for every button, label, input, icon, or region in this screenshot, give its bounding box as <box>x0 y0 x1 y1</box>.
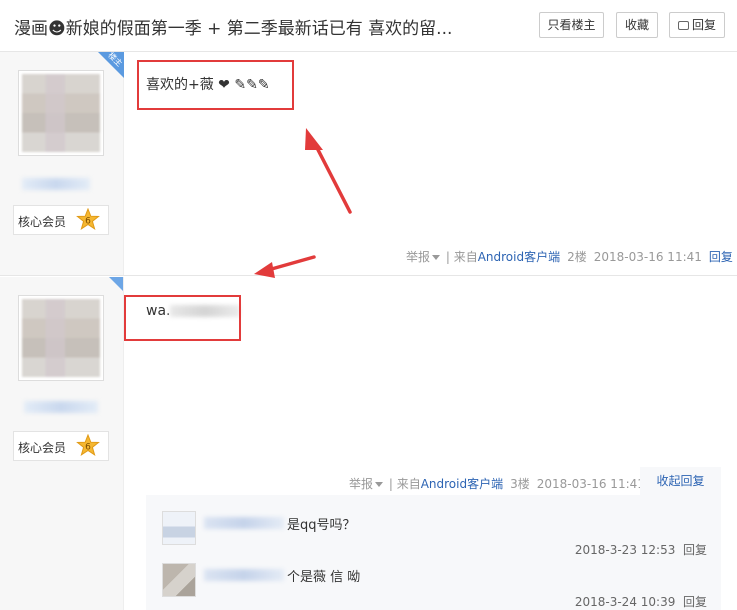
avatar[interactable] <box>18 70 104 156</box>
post-reply-link[interactable]: 回复 <box>709 250 733 264</box>
default-avatar[interactable] <box>162 511 196 545</box>
report-link[interactable]: 举报 <box>406 250 430 264</box>
collapse-replies-button[interactable]: 收起回复 <box>640 467 721 495</box>
comment-reply-link[interactable]: 回复 <box>683 543 707 557</box>
post-meta: 举报 | 来自Android客户端 3楼 2018-03-16 11:41 <box>349 477 645 491</box>
floor-number: 3楼 <box>510 477 530 491</box>
svg-text:6: 6 <box>85 217 91 227</box>
floor-number: 2楼 <box>567 250 587 264</box>
caret-down-icon <box>432 255 441 260</box>
member-rank-badge[interactable]: 核心会员 6 <box>13 205 109 235</box>
thread-title: 漫画☻新娘的假面第一季 + 第二季最新话已有 喜欢的留... <box>14 19 453 39</box>
post-time: 2018-03-16 11:41 <box>593 250 702 264</box>
sub-replies: 是qq号吗？ 2018-3-23 12:53 回复 个是薇 信 呦 2018-3… <box>146 495 721 610</box>
avatar[interactable] <box>18 295 104 381</box>
rank-label: 核心会员 <box>18 215 67 229</box>
user-sidebar: 楼主 核心会员 6 <box>0 52 124 275</box>
rank-label: 核心会员 <box>18 441 67 455</box>
annotation-box <box>124 295 241 341</box>
comment-meta: 2018-3-24 10:39 回复 <box>575 593 707 610</box>
photo-avatar[interactable] <box>162 563 196 597</box>
thread-header: 漫画☻新娘的假面第一季 + 第二季最新话已有 喜欢的留... 只看楼主 收藏 回… <box>0 0 737 52</box>
comment-text: 个是薇 信 呦 <box>287 570 361 585</box>
comment-icon <box>677 21 689 30</box>
comment-reply-link[interactable]: 回复 <box>683 595 707 609</box>
post-floor-3: 核心会员 6 wa. 举报 | 来自Android客户端 3楼 2018-03-16… <box>0 277 737 610</box>
corner-marker <box>109 277 123 291</box>
comment-meta: 2018-3-23 12:53 回复 <box>575 541 707 558</box>
comment-text: 是qq号吗？ <box>287 518 356 533</box>
level-star-icon: 6 <box>76 208 100 230</box>
annotation-box <box>137 60 294 110</box>
comment-time: 2018-3-24 10:39 <box>574 595 676 609</box>
caret-down-icon <box>375 482 384 487</box>
username[interactable] <box>22 178 90 190</box>
comment-time: 2018-3-23 12:53 <box>574 543 676 557</box>
list-item: 个是薇 信 呦 2018-3-24 10:39 回复 <box>162 563 707 610</box>
reply-button[interactable]: 回复 <box>669 12 725 38</box>
post-floor-2: 楼主 核心会员 6 喜欢的+薇 ❤ ✎✎✎ 举报 | 来自Android客户端 2… <box>0 52 737 276</box>
commenter-name[interactable] <box>204 517 284 529</box>
only-op-button[interactable]: 只看楼主 <box>539 12 604 38</box>
reply-button-label: 回复 <box>691 18 716 32</box>
level-star-icon: 6 <box>76 434 100 456</box>
list-item: 是qq号吗？ 2018-3-23 12:53 回复 <box>162 511 707 563</box>
user-sidebar: 核心会员 6 <box>0 277 124 610</box>
report-link[interactable]: 举报 <box>349 477 373 491</box>
member-rank-badge[interactable]: 核心会员 6 <box>13 431 109 461</box>
post-time: 2018-03-16 11:41 <box>536 477 645 491</box>
username[interactable] <box>24 401 98 413</box>
favorite-button[interactable]: 收藏 <box>616 12 658 38</box>
svg-text:6: 6 <box>85 443 91 453</box>
client-link[interactable]: Android客户端 <box>421 477 503 491</box>
commenter-name[interactable] <box>204 569 284 581</box>
post-meta: 举报 | 来自Android客户端 2楼 2018-03-16 11:41 回复 <box>406 250 733 264</box>
client-link[interactable]: Android客户端 <box>478 250 560 264</box>
